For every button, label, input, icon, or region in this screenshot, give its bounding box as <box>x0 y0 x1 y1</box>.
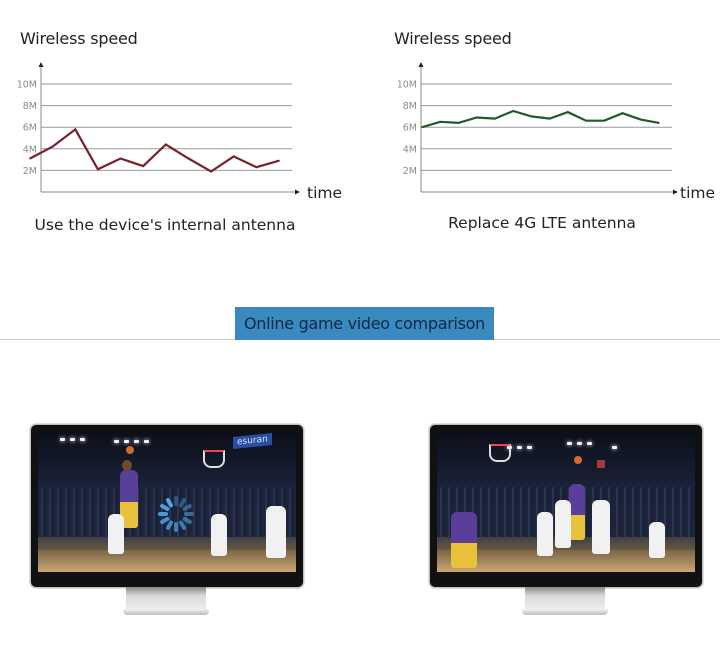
video-screen-buffering: esuran <box>38 432 296 572</box>
monitor-right <box>429 424 703 615</box>
video-screen-smooth <box>437 432 695 572</box>
data-point <box>475 116 478 119</box>
data-point <box>494 117 496 120</box>
monitor-bezel: esuran <box>30 424 304 588</box>
arena-sign: esuran <box>233 432 272 450</box>
chart-caption-right: Replace 4G LTE antenna <box>448 214 636 232</box>
basketball-hoop <box>203 450 225 468</box>
chart-caption-left: Use the device's internal antenna <box>34 216 296 234</box>
basketball <box>126 446 134 454</box>
player <box>555 500 571 548</box>
comparison-banner: Online game video comparison <box>235 307 494 340</box>
monitor-stand <box>126 587 206 609</box>
data-point <box>585 119 587 122</box>
data-point <box>603 119 606 122</box>
data-point <box>548 117 551 120</box>
player <box>592 500 610 554</box>
basketball <box>574 456 582 464</box>
spinner-segment <box>174 522 178 532</box>
court-floor <box>38 550 296 572</box>
monitor-bezel <box>429 424 703 588</box>
data-point <box>530 115 533 118</box>
player <box>108 514 124 554</box>
player-head <box>122 460 132 471</box>
loading-spinner-icon <box>156 494 196 534</box>
data-point <box>639 118 642 121</box>
y-tick-label: 2M <box>403 166 417 177</box>
player <box>569 484 585 540</box>
y-tick-label: 10M <box>397 80 417 91</box>
spinner-segment <box>174 496 178 506</box>
data-point <box>621 112 624 114</box>
y-axis-arrow-icon <box>418 62 424 67</box>
player <box>266 506 286 558</box>
arena-sign <box>597 460 605 468</box>
spinner-segment <box>158 512 168 516</box>
data-point <box>439 121 442 123</box>
y-tick-label: 6M <box>403 123 417 134</box>
monitor-stand <box>525 587 605 609</box>
spinner-segment <box>184 512 194 516</box>
monitor-left: esuran <box>30 424 304 615</box>
data-point <box>512 110 514 112</box>
basketball-hoop <box>489 444 511 462</box>
player <box>451 512 477 568</box>
chart-right: 2M 4M 6M 8M 10M time <box>397 62 715 202</box>
player <box>211 514 227 556</box>
monitor-stand-base <box>123 609 209 615</box>
player <box>537 512 553 556</box>
data-point <box>567 111 569 113</box>
y-tick-label: 4M <box>403 144 417 155</box>
monitor-stand-base <box>522 609 608 615</box>
series-line <box>421 109 660 129</box>
player <box>649 522 665 558</box>
x-axis-label: time <box>680 184 715 202</box>
x-axis-arrow-icon <box>673 189 678 195</box>
data-point <box>658 122 660 124</box>
y-tick-label: 8M <box>403 101 417 112</box>
data-point <box>421 126 423 128</box>
data-point <box>457 122 460 124</box>
